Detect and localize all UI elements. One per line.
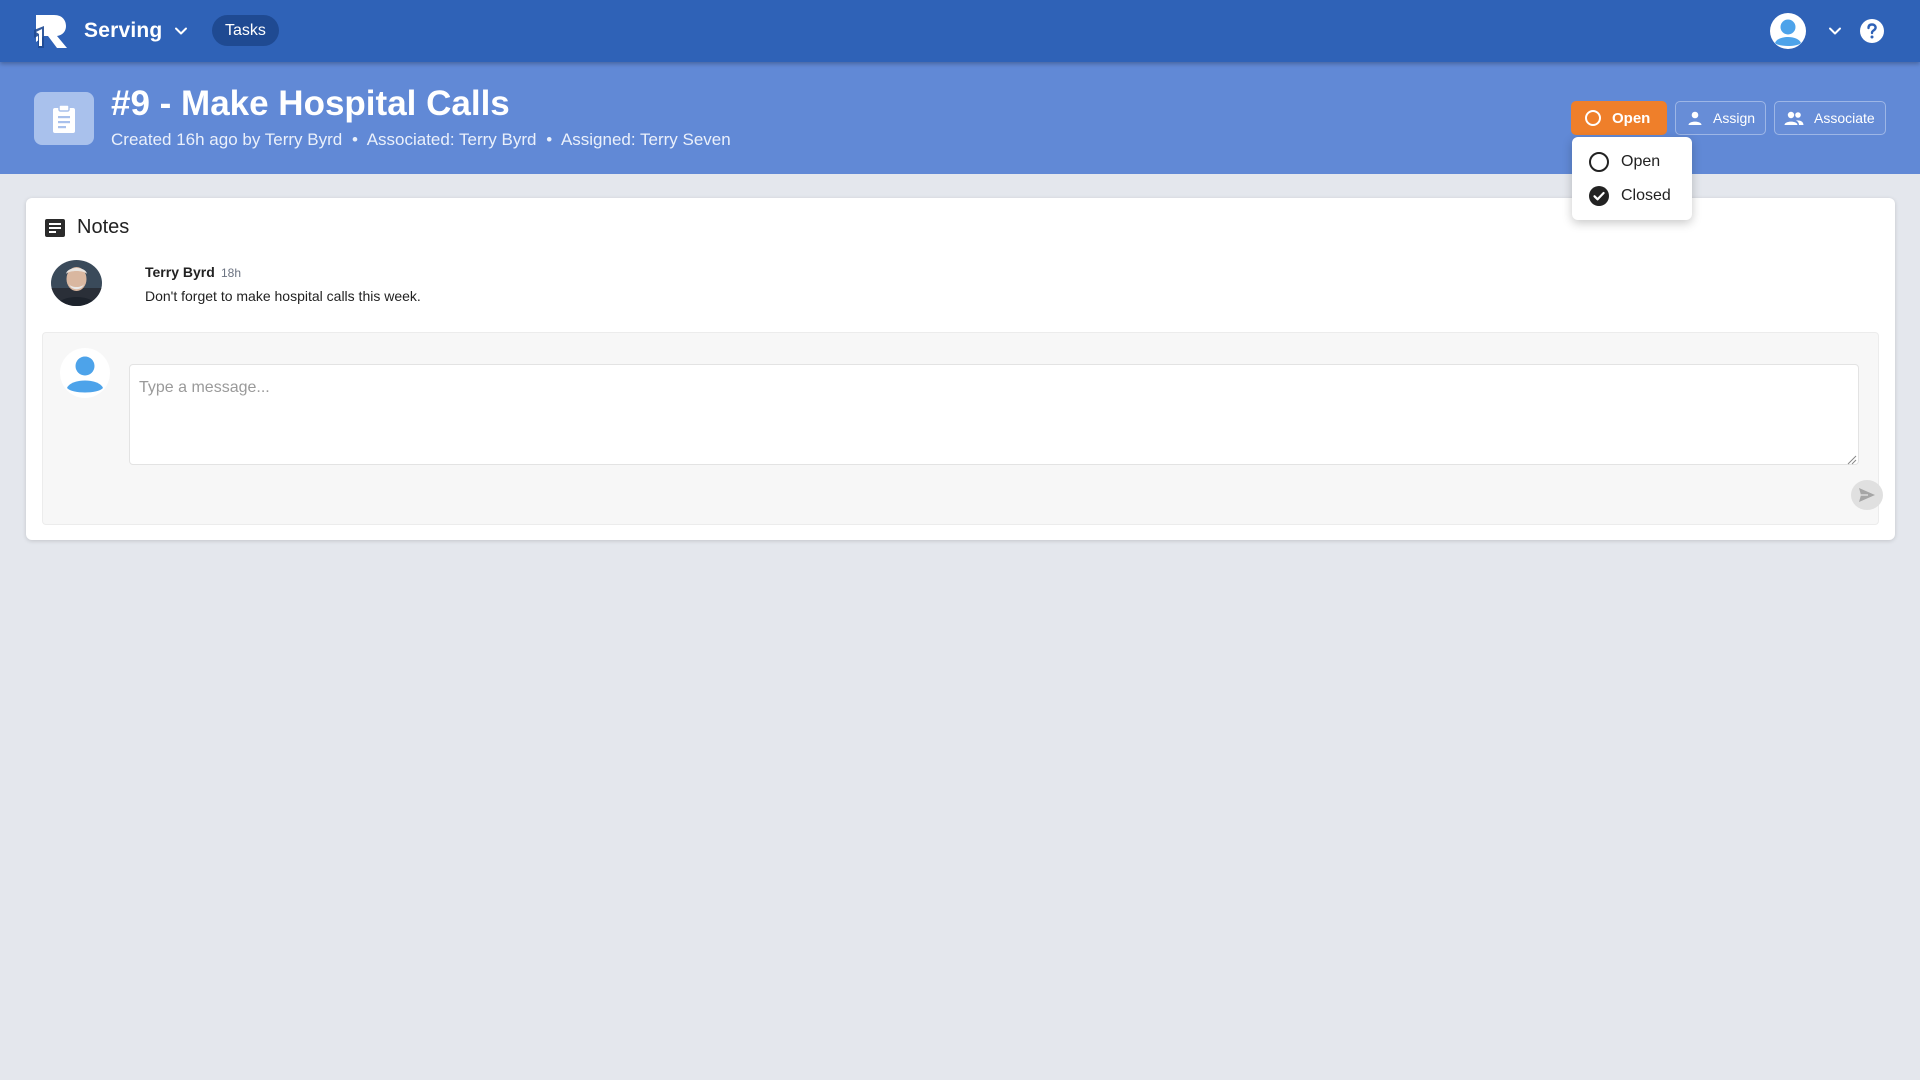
tab-tasks[interactable]: Tasks [212, 15, 279, 46]
send-button[interactable] [1851, 480, 1883, 510]
created-info: Created 16h ago by Terry Byrd [111, 130, 343, 149]
associated-info: Associated: Terry Byrd [366, 130, 537, 149]
author-photo [51, 260, 102, 306]
resize-handle-icon[interactable] [1847, 455, 1857, 465]
status-button-label: Open [1612, 109, 1651, 127]
status-button[interactable]: Open [1571, 101, 1667, 135]
associate-button-label: Associate [1814, 110, 1875, 126]
app-name: Serving [84, 19, 163, 42]
task-meta: Created 16h ago by Terry Byrd • Associat… [111, 130, 731, 150]
page-title: #9 - Make Hospital Calls [111, 84, 510, 123]
assign-button-label: Assign [1713, 110, 1756, 126]
chevron-down-icon [175, 27, 188, 35]
check-circle-icon [1589, 186, 1609, 206]
chevron-down-icon [1829, 27, 1841, 35]
status-option-label: Closed [1621, 187, 1671, 204]
user-avatar-icon [60, 348, 110, 398]
status-option-open[interactable]: Open [1572, 145, 1692, 179]
associate-button[interactable]: Associate [1774, 101, 1886, 135]
circle-outline-icon [1585, 110, 1601, 126]
status-option-label: Open [1621, 153, 1661, 170]
person-icon [1688, 111, 1702, 125]
notes-card: Notes Terry Byrd 18h Don't forget to mak… [26, 198, 1895, 540]
avatar[interactable] [51, 260, 102, 306]
assign-button[interactable]: Assign [1675, 101, 1766, 135]
message-input[interactable] [129, 364, 1859, 465]
top-nav-bar: Serving Tasks [0, 0, 1920, 62]
note-author: Terry Byrd [145, 264, 215, 280]
meta-separator: • [546, 130, 553, 149]
send-icon [1859, 488, 1875, 502]
app-switcher[interactable]: Serving [84, 14, 188, 48]
user-avatar-icon [1770, 13, 1806, 49]
assigned-info: Assigned: Terry Seven [560, 130, 731, 149]
question-circle-icon[interactable] [1859, 18, 1885, 44]
notes-header: Notes [45, 216, 129, 239]
note-icon [45, 218, 65, 237]
note-composer [42, 332, 1883, 525]
status-option-closed[interactable]: Closed [1572, 179, 1692, 213]
status-dropdown-menu: Open Closed [1572, 137, 1692, 220]
meta-separator: • [351, 130, 358, 149]
people-icon [1784, 111, 1804, 125]
note-timestamp: 18h [221, 266, 242, 280]
notes-title: Notes [77, 216, 130, 238]
clipboard-icon [53, 103, 75, 133]
circle-outline-icon [1589, 152, 1609, 172]
r-brand-logo-icon[interactable] [30, 12, 70, 50]
note-text: Don't forget to make hospital calls this… [145, 288, 421, 304]
user-menu[interactable] [1770, 13, 1842, 49]
task-icon-tile [34, 92, 94, 145]
